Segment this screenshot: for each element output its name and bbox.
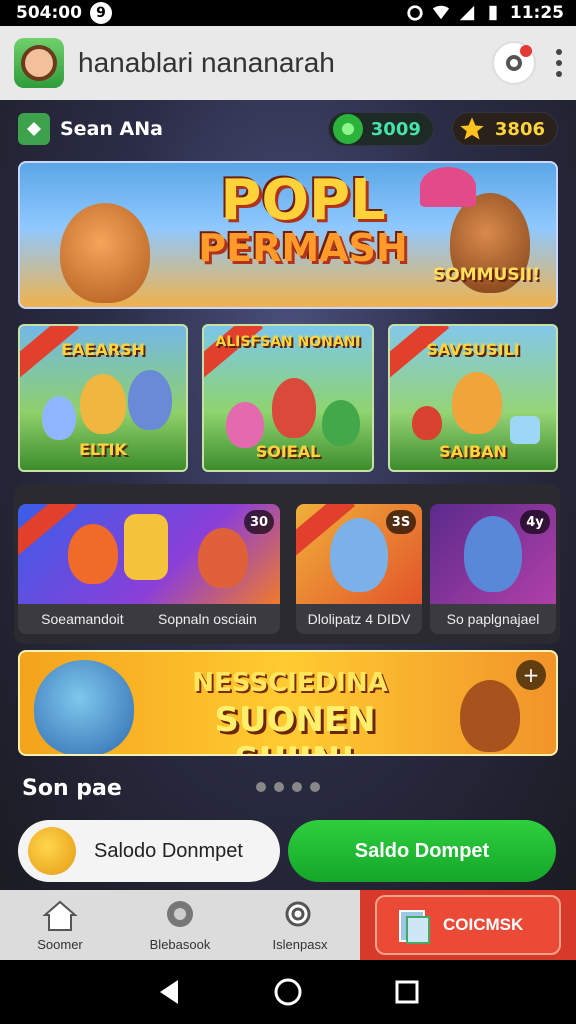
card-3-character-3: [510, 416, 540, 444]
system-nav: [0, 960, 576, 1024]
game-tile-2[interactable]: 3S Dlolipatz 4 DIDV: [296, 504, 422, 634]
app-title: hanablari nananarah: [78, 47, 335, 78]
card-1-top-label: EAEARSH: [61, 340, 145, 359]
home-icon: [42, 900, 78, 931]
nav-home[interactable]: Soomer: [0, 890, 120, 960]
gem-icon: [332, 114, 363, 144]
tile-1-caption-left: Soeamandoit: [41, 611, 124, 627]
hero-character-left: [60, 203, 150, 303]
gems-value: 3009: [370, 118, 421, 140]
user-name: Sean ANa: [60, 118, 163, 140]
card-2-character-3: [322, 400, 360, 446]
section-title: Son pae: [22, 776, 122, 801]
tile-1-caption-right: Sopnaln osciain: [157, 611, 257, 627]
card-3-top-label: SAVSUSILI: [426, 340, 520, 359]
hero-umbrella: [420, 167, 476, 207]
carousel-dots[interactable]: [256, 782, 320, 792]
signal-icon: [459, 5, 475, 21]
wifi-icon: [432, 5, 449, 20]
notification-dot: [520, 45, 532, 57]
tile-2-character: [330, 518, 388, 592]
nav-cta[interactable]: COICMSK: [360, 890, 576, 960]
nav-chat[interactable]: Blebasook: [120, 890, 240, 960]
status-bar: 504:00 9 11:25: [0, 0, 576, 26]
tile-2-badge: 3S: [386, 510, 416, 534]
game-tile-3[interactable]: 4y So paplgnajael: [430, 504, 556, 634]
status-clock: 11:25: [509, 3, 564, 23]
promo-character-left: [34, 660, 134, 754]
main-content: Sean ANa 3009 3806 POPL PERMASH SOMMUSII…: [0, 100, 576, 890]
recents-icon[interactable]: [394, 979, 420, 1005]
add-icon[interactable]: +: [516, 660, 546, 690]
promo-character-right: [460, 680, 520, 752]
search-icon: [285, 901, 311, 926]
battery-icon: [489, 5, 497, 21]
sync-icon: [407, 5, 423, 21]
promo-title-line1: NESSCIEDINA: [192, 668, 388, 698]
card-1-character-3: [42, 396, 76, 440]
promo-title-line2: SUONEN SUIIN!: [214, 700, 376, 754]
wallet-button[interactable]: Saldo Dompet: [288, 820, 556, 882]
wallet-button-label: Saldo Dompet: [354, 839, 490, 862]
games-panel: 30 Soeamandoit Sopnaln osciain 3S Dlolip…: [14, 484, 560, 644]
tile-1-character-2: [198, 528, 248, 588]
overflow-menu-icon[interactable]: [556, 49, 562, 77]
clipboard-icon: [399, 910, 430, 944]
user-row: Sean ANa 3009 3806: [18, 112, 558, 146]
home-circle-icon[interactable]: [273, 977, 303, 1007]
card-1-character: [80, 374, 126, 434]
card-3-character-2: [412, 406, 442, 440]
notifications-button[interactable]: [492, 41, 536, 85]
chat-icon: [167, 900, 193, 927]
emoji-icon: [28, 827, 76, 875]
game-card-1[interactable]: EAEARSH ELTIK: [18, 324, 188, 472]
card-2-top-label: ALISFSAN NONANI: [215, 334, 361, 350]
back-icon[interactable]: [156, 978, 182, 1006]
nav-search[interactable]: Islenpasx: [240, 890, 360, 960]
tile-3-badge: 4y: [520, 510, 550, 534]
hero-subtitle: SOMMUSII!: [433, 265, 540, 285]
hero-banner[interactable]: POPL PERMASH SOMMUSII!: [18, 161, 558, 309]
tile-1-character: [68, 524, 118, 584]
star-icon: [457, 114, 487, 144]
game-tile-1[interactable]: 30 Soeamandoit Sopnaln osciain: [18, 504, 280, 634]
promo-banner[interactable]: NESSCIEDINA SUONEN SUIIN! +: [18, 650, 558, 756]
nav-home-label: Soomer: [37, 936, 83, 952]
status-time-left: 504:00: [16, 3, 82, 23]
gems-counter[interactable]: 3009: [327, 112, 434, 146]
hero-title-line1: POPL: [220, 168, 386, 233]
card-1-character-2: [128, 370, 172, 430]
user-badge-icon: [18, 113, 50, 145]
card-ribbon: [204, 326, 264, 380]
card-3-character: [452, 372, 502, 434]
nav-cta-label: COICMSK: [443, 915, 524, 934]
wallet-balance-label: Salodo Donmpet: [94, 839, 243, 862]
card-1-bottom-label: ELTIK: [79, 440, 127, 459]
hero-title-line2: PERMASH: [198, 226, 408, 270]
game-card-2[interactable]: ALISFSAN NONANI SOIEAL: [202, 324, 374, 472]
app-bar: hanablari nananarah: [0, 26, 576, 100]
tile-1-badge: 30: [244, 510, 274, 534]
tile-2-caption: Dlolipatz 4 DIDV: [307, 611, 411, 627]
tile-1-trophy: [124, 514, 168, 580]
game-card-3[interactable]: SAVSUSILI SAIBAN: [388, 324, 558, 472]
hero-title: POPL PERMASH: [188, 168, 418, 270]
card-2-character: [272, 378, 316, 438]
wallet-balance-button[interactable]: Salodo Donmpet: [18, 820, 280, 882]
tile-3-caption: So paplgnajael: [446, 611, 540, 627]
card-2-bottom-label: SOIEAL: [255, 442, 321, 461]
tile-3-character: [464, 516, 522, 592]
stars-value: 3806: [494, 118, 545, 140]
card-3-bottom-label: SAIBAN: [439, 442, 507, 461]
app-avatar[interactable]: [14, 38, 64, 88]
bottom-nav: Soomer Blebasook Islenpasx COICMSK: [0, 890, 576, 960]
notification-icon: 9: [89, 2, 112, 24]
nav-search-label: Islenpasx: [272, 936, 328, 952]
nav-chat-label: Blebasook: [149, 936, 211, 952]
stars-counter[interactable]: 3806: [451, 112, 558, 146]
